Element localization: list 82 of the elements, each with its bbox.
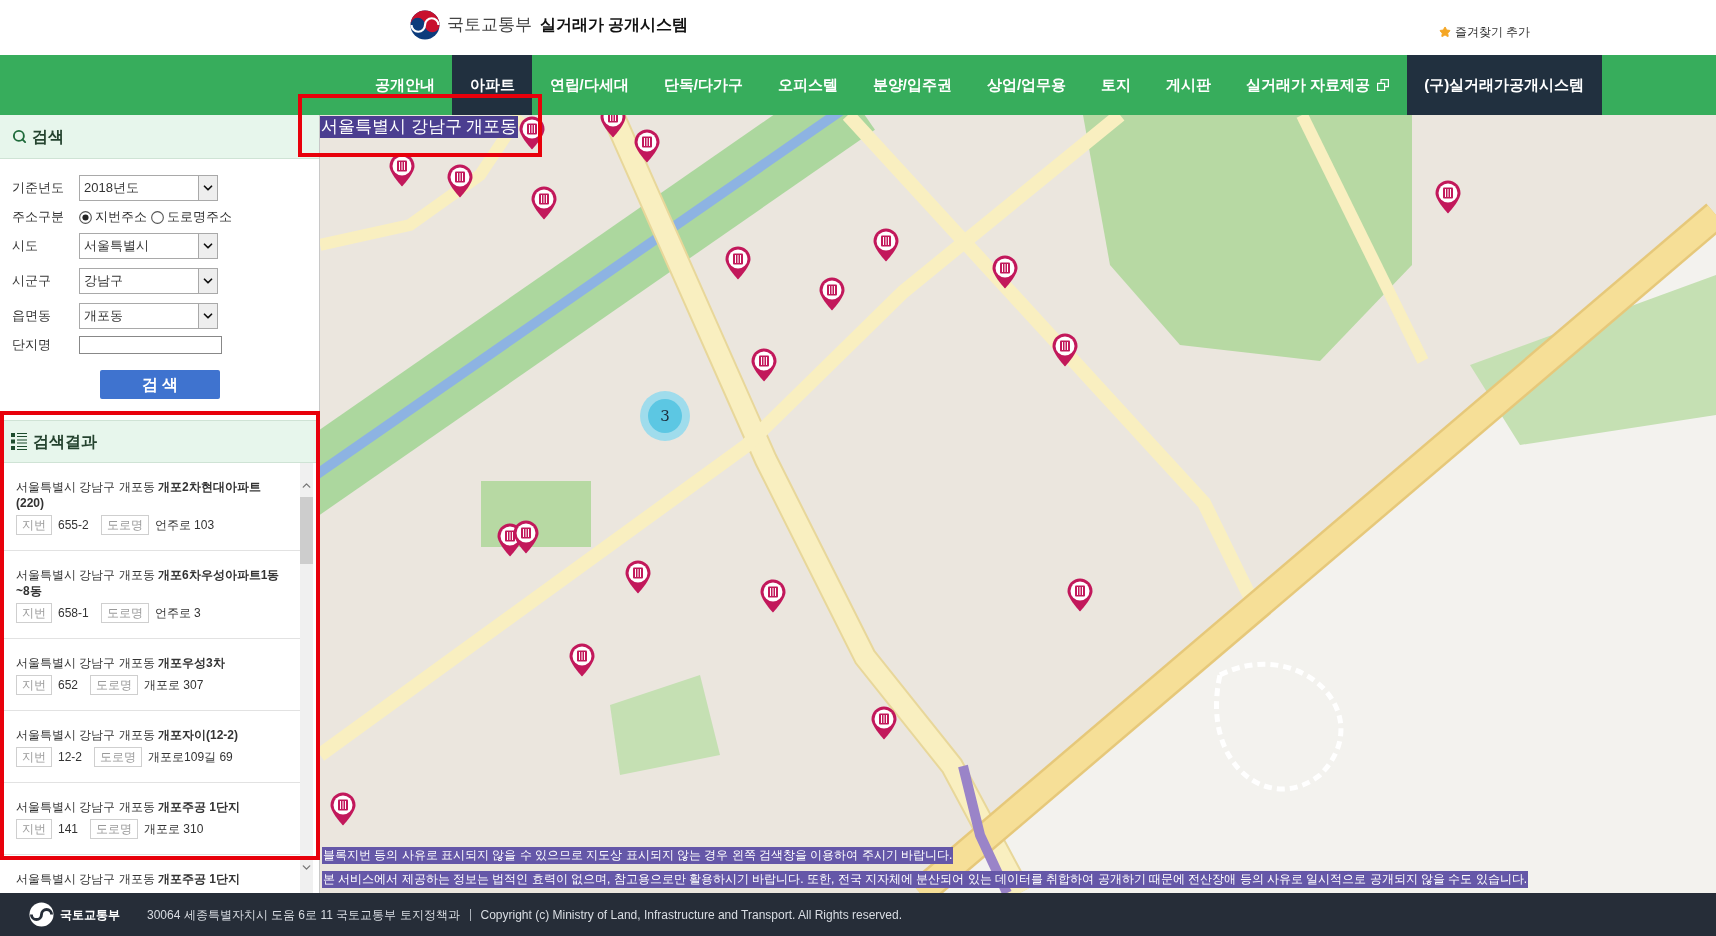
nav-tab[interactable]: 아파트 [452, 55, 532, 115]
result-address: 서울특별시 강남구 개포동 개포주공 1단지 [16, 871, 242, 887]
building-pin-icon[interactable] [725, 246, 751, 280]
panel-title: 검색결과 [33, 431, 97, 452]
building-pin-icon[interactable] [873, 228, 899, 262]
field-label: 주소구분 [12, 208, 65, 227]
field-label: 기준년도 [12, 179, 65, 198]
lot-number: 655-2 [58, 517, 89, 534]
location-label: 서울특별시 강남구 개포동 [320, 116, 519, 138]
lot-number: 658-1 [58, 605, 89, 622]
text-input-field[interactable] [79, 336, 222, 354]
building-pin-icon[interactable] [330, 792, 356, 826]
ministry-name: 국토교통부 [447, 14, 532, 37]
system-title: 실거래가 공개시스템 [540, 15, 689, 35]
copyright-text: Copyright (c) Ministry of Land, Infrastructure and Transport. All Rights reserved. [480, 906, 903, 924]
footer-address: 30064 세종특별자치시 도움 6로 11 국토교통부 토지정책과 [147, 906, 460, 924]
road-address: 개포로 307 [144, 677, 204, 694]
radio-option[interactable]: 지번주소 [79, 207, 147, 227]
building-pin-icon[interactable] [751, 348, 777, 382]
search-icon [12, 129, 27, 144]
building-pin-icon[interactable] [1052, 333, 1078, 367]
chevron-down-icon [198, 234, 217, 258]
building-pin-icon[interactable] [760, 579, 786, 613]
result-address: 서울특별시 강남구 개포동 개포자이(12-2) [16, 727, 240, 743]
field-label: 단지명 [12, 336, 52, 355]
building-pin-icon[interactable] [569, 643, 595, 677]
building-pin-icon[interactable] [1067, 578, 1093, 612]
road-address: 개포로 310 [144, 821, 204, 838]
lot-number: 12-2 [58, 749, 83, 766]
road-address-tag: 도로명 [100, 603, 149, 623]
field-label: 시군구 [12, 272, 52, 291]
lot-number: 652 [58, 677, 79, 694]
dropdown[interactable]: 강남구 [79, 268, 218, 294]
field-label: 시도 [12, 237, 39, 256]
scrollbar-track[interactable] [300, 463, 313, 893]
building-pin-icon[interactable] [871, 706, 897, 740]
lot-number: 141 [58, 821, 79, 838]
road-address: 언주로 3 [154, 605, 201, 622]
dropdown[interactable]: 개포동 [79, 303, 218, 329]
result-address: 서울특별시 강남구 개포동 개포우성3차 [16, 655, 226, 671]
bookmark-button[interactable]: 즐겨찾기 추가 [1438, 22, 1530, 41]
result-address: 서울특별시 강남구 개포동 개포주공 1단지 [16, 799, 242, 815]
notice-text: 본 서비스에서 제공하는 정보는 법적인 효력이 없으며, 참고용으로만 활용하시기 바랍니다. 또한, 전국 지자체에 분산되어 있는 데이터를 취합하여 공개하기 때문에 전산장애 등의 사유로 일시적으로 공개되지 않을 수도 있습니다. [322, 871, 1529, 888]
search-button[interactable]: 검 색 [100, 370, 220, 399]
road-address: 언주로 103 [154, 517, 215, 534]
building-pin-icon[interactable] [447, 164, 473, 198]
building-pin-icon[interactable] [634, 129, 660, 163]
lot-number-tag: 지번 [16, 675, 52, 695]
building-pin-icon[interactable] [513, 520, 539, 554]
dropdown[interactable]: 서울특별시 [79, 233, 218, 259]
building-pin-icon[interactable] [992, 255, 1018, 289]
result-address: 서울특별시 강남구 개포동 개포2차현대아파트(220) [16, 479, 262, 511]
chevron-down-icon [198, 269, 217, 293]
result-address: 서울특별시 강남구 개포동 개포6차우성아파트1동~8동 [16, 567, 281, 599]
logo-icon [410, 10, 440, 40]
radio-option[interactable]: 도로명주소 [151, 207, 232, 227]
building-pin-icon[interactable] [625, 560, 651, 594]
road-address-tag: 도로명 [100, 515, 149, 535]
list-icon [11, 433, 27, 450]
panel-title: 검색 [32, 126, 64, 147]
field-label: 읍면동 [12, 307, 52, 326]
scrollbar-thumb[interactable] [300, 497, 313, 564]
road-address-tag: 도로명 [90, 819, 139, 839]
building-pin-icon[interactable] [531, 186, 557, 220]
building-pin-icon[interactable] [1435, 180, 1461, 214]
notice-text: 블록지번 등의 사유로 표시되지 않을 수 있으므로 지도상 표시되지 않는 경우 왼쪽 검색창을 이용하여 주시기 바랍니다. [322, 847, 954, 864]
road-address-tag: 도로명 [94, 747, 143, 767]
footer-ministry-name: 국토교통부 [60, 906, 120, 924]
building-pin-icon[interactable] [519, 116, 545, 150]
logo-icon [29, 902, 54, 927]
building-pin-icon[interactable] [819, 277, 845, 311]
lot-number-tag: 지번 [16, 747, 52, 767]
lot-number-tag: 지번 [16, 603, 52, 623]
road-address-tag: 도로명 [90, 675, 139, 695]
lot-number-tag: 지번 [16, 515, 52, 535]
lot-number-tag: 지번 [16, 819, 52, 839]
chevron-down-icon [198, 176, 217, 200]
dropdown[interactable]: 2018년도 [79, 175, 218, 201]
road-address: 개포로109길 69 [148, 749, 233, 766]
star-icon [1438, 25, 1451, 38]
nav-link[interactable]: (구)실거래가공개시스템 [1406, 55, 1602, 115]
chevron-down-icon [198, 304, 217, 328]
